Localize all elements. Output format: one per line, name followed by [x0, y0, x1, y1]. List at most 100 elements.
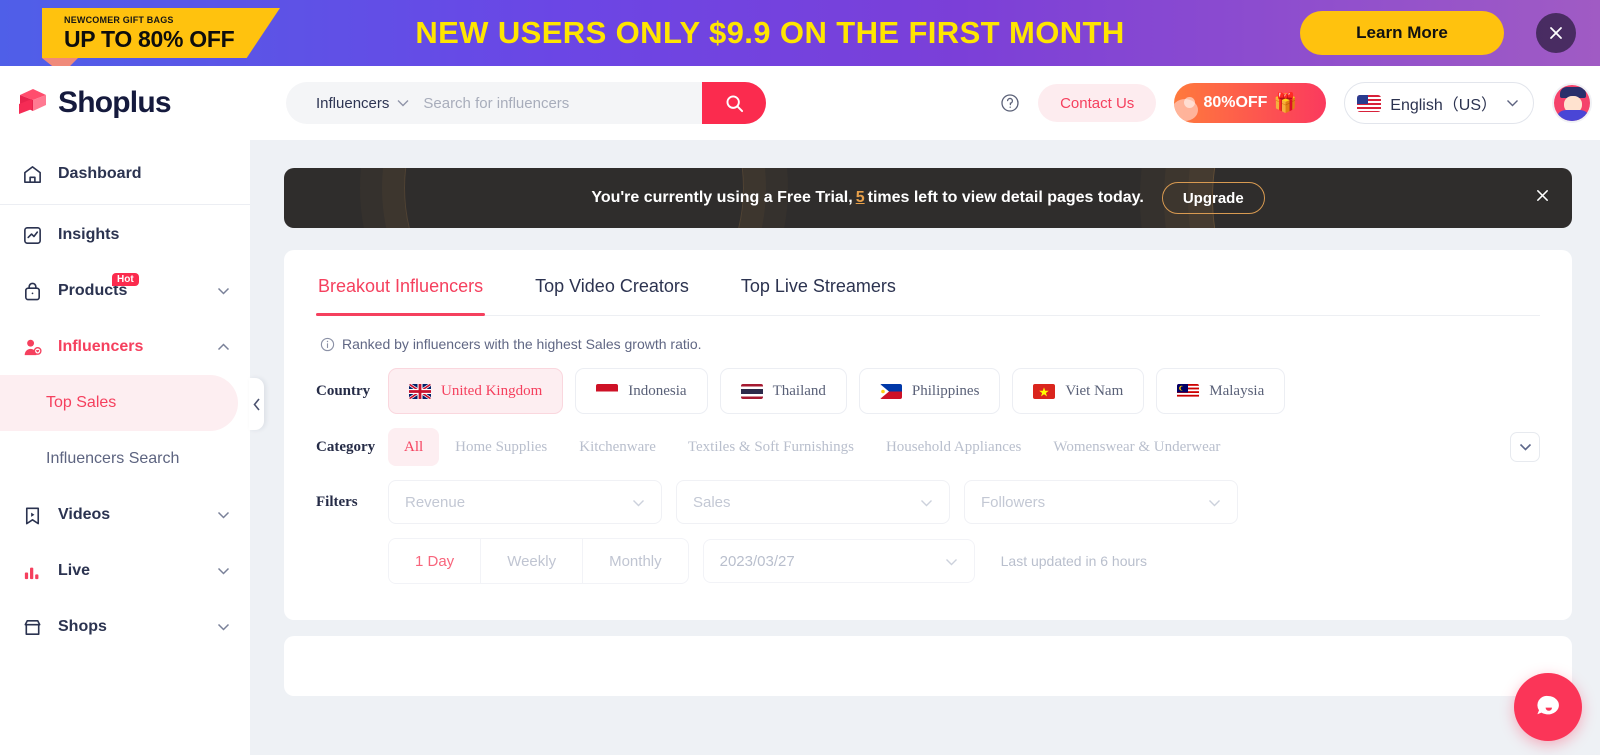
- sidebar-item-label: Dashboard: [58, 165, 142, 182]
- category-chip-kitchenware[interactable]: Kitchenware: [563, 428, 672, 466]
- country-chip-thailand[interactable]: Thailand: [719, 368, 847, 414]
- help-circle-icon[interactable]: [1000, 93, 1020, 113]
- sidebar-item-products[interactable]: Products Hot: [0, 263, 250, 319]
- gift-icon: 🎁: [1273, 93, 1298, 114]
- promo-discount-badge: NEWCOMER GIFT BAGS UP TO 80% OFF: [42, 8, 280, 58]
- tab-breakout-influencers[interactable]: Breakout Influencers: [316, 250, 486, 316]
- language-selector[interactable]: English（US）: [1344, 82, 1534, 124]
- logo[interactable]: Shoplus: [0, 86, 250, 120]
- info-icon: [320, 337, 335, 351]
- date-picker-value: 2023/03/27: [719, 552, 795, 570]
- main-content: You're currently using a Free Trial, 5 t…: [250, 140, 1600, 755]
- promo-headline: NEW USERS ONLY $9.9 ON THE FIRST MONTH: [415, 15, 1125, 50]
- flag-vn-icon: [1033, 383, 1056, 399]
- search-input[interactable]: [423, 94, 702, 112]
- sales-filter-placeholder: Sales: [693, 493, 731, 511]
- country-chip-indonesia[interactable]: Indonesia: [575, 368, 708, 414]
- ranking-note: Ranked by influencers with the highest S…: [316, 316, 1540, 368]
- learn-more-button[interactable]: Learn More: [1300, 11, 1504, 55]
- country-chip-philippines[interactable]: Philippines: [858, 368, 1001, 414]
- insights-chart-icon: [22, 225, 48, 246]
- search-category-dropdown[interactable]: Influencers: [286, 95, 423, 112]
- promo-badge-title: UP TO 80% OFF: [64, 25, 235, 52]
- chevron-down-icon[interactable]: [217, 511, 230, 519]
- followers-filter-select[interactable]: Followers: [964, 480, 1238, 524]
- search-button[interactable]: [702, 82, 766, 124]
- chevron-down-icon: [632, 494, 645, 511]
- sidebar-divider: [0, 204, 250, 205]
- avatar[interactable]: [1552, 83, 1592, 123]
- country-chip-malaysia[interactable]: Malaysia: [1156, 368, 1286, 414]
- influencers-panel: Breakout Influencers Top Video Creators …: [284, 250, 1572, 620]
- category-chip-household-appliances[interactable]: Household Appliances: [870, 428, 1037, 466]
- sidebar-item-label: Insights: [58, 226, 120, 243]
- sidebar-item-insights[interactable]: Insights: [0, 207, 250, 263]
- sidebar-subitem-influencers-search[interactable]: Influencers Search: [0, 431, 238, 487]
- category-expand-button[interactable]: [1510, 432, 1540, 462]
- chevron-down-icon: [1507, 100, 1518, 107]
- revenue-filter-select[interactable]: Revenue: [388, 480, 662, 524]
- sidebar-item-dashboard[interactable]: Dashboard: [0, 146, 250, 202]
- search-category-label: Influencers: [316, 94, 390, 112]
- country-filter-row: Country United Kingdom Indonesia Thailan…: [316, 368, 1540, 414]
- period-monthly[interactable]: Monthly: [583, 539, 688, 583]
- logo-text: Shoplus: [58, 86, 172, 119]
- promo-badge-ribbon-tail: [42, 58, 78, 66]
- live-bars-icon: [22, 561, 48, 582]
- category-chip-textiles-soft-furnishings[interactable]: Textiles & Soft Furnishings: [672, 428, 870, 466]
- sidebar-item-influencers[interactable]: Influencers: [0, 319, 250, 375]
- flag-th-icon: [740, 383, 763, 399]
- country-chip-label: United Kingdom: [441, 382, 543, 399]
- search-icon: [726, 95, 743, 112]
- sidebar-item-label: Influencers: [58, 338, 144, 355]
- period-weekly[interactable]: Weekly: [481, 539, 584, 583]
- category-chip-all[interactable]: All: [388, 428, 440, 466]
- country-chip-label: Philippines: [911, 382, 980, 399]
- sales-filter-select[interactable]: Sales: [676, 480, 950, 524]
- influencer-person-icon: [22, 337, 48, 358]
- category-chip-home-supplies[interactable]: Home Supplies: [439, 428, 563, 466]
- category-chip-womenswear-underwear[interactable]: Womenswear & Underwear: [1037, 428, 1236, 466]
- last-updated-text: Last updated in 6 hours: [1000, 553, 1147, 569]
- results-panel-placeholder: [284, 636, 1572, 696]
- contact-us-button[interactable]: Contact Us: [1038, 84, 1157, 122]
- sidebar-subitem-top-sales[interactable]: Top Sales: [0, 375, 238, 431]
- chevron-down-icon: [920, 494, 933, 511]
- date-picker[interactable]: 2023/03/27: [702, 539, 975, 583]
- avatar-body: [1556, 110, 1590, 121]
- chevron-down-icon: [397, 100, 409, 107]
- sidebar-collapse-handle[interactable]: [249, 378, 264, 430]
- trial-count: 5: [855, 189, 865, 206]
- upgrade-button[interactable]: Upgrade: [1161, 182, 1265, 214]
- country-chip-united-kingdom[interactable]: United Kingdom: [388, 368, 564, 414]
- close-icon[interactable]: [1536, 13, 1576, 53]
- banner-decoration-rings-right: [1212, 168, 1572, 228]
- revenue-filter-placeholder: Revenue: [405, 493, 466, 511]
- chevron-down-icon[interactable]: [217, 287, 230, 295]
- tab-top-video-creators[interactable]: Top Video Creators: [533, 250, 691, 315]
- filters-row: Filters Revenue Sales Followers: [316, 480, 1540, 524]
- category-filter-label: Category: [316, 438, 376, 455]
- chevron-down-icon: [945, 553, 958, 570]
- close-icon[interactable]: [1535, 187, 1550, 209]
- tab-top-live-streamers[interactable]: Top Live Streamers: [739, 250, 898, 315]
- free-trial-banner: You're currently using a Free Trial, 5 t…: [284, 168, 1572, 228]
- country-chip-label: Malaysia: [1209, 382, 1265, 399]
- chevron-down-icon[interactable]: [217, 567, 230, 575]
- chevron-up-icon[interactable]: [217, 343, 230, 351]
- sidebar-item-live[interactable]: Live: [0, 543, 250, 599]
- chat-support-button[interactable]: [1514, 673, 1582, 741]
- discount-offer-button[interactable]: 80%OFF 🎁: [1174, 83, 1327, 123]
- country-chip-label: Viet Nam: [1065, 382, 1124, 399]
- country-chip-viet-nam[interactable]: Viet Nam: [1012, 368, 1145, 414]
- chevron-down-icon[interactable]: [217, 623, 230, 631]
- sidebar-item-label: Videos: [58, 506, 111, 523]
- country-filter-label: Country: [316, 382, 371, 399]
- sidebar-item-videos[interactable]: Videos: [0, 487, 250, 543]
- flag-id-icon: [596, 383, 619, 399]
- chevron-left-icon: [252, 397, 260, 411]
- sidebar-item-shops[interactable]: Shops: [0, 599, 250, 655]
- sidebar-item-label: Shops: [58, 618, 107, 635]
- chat-bubble-icon: [1537, 695, 1559, 715]
- period-1-day[interactable]: 1 Day: [389, 539, 482, 583]
